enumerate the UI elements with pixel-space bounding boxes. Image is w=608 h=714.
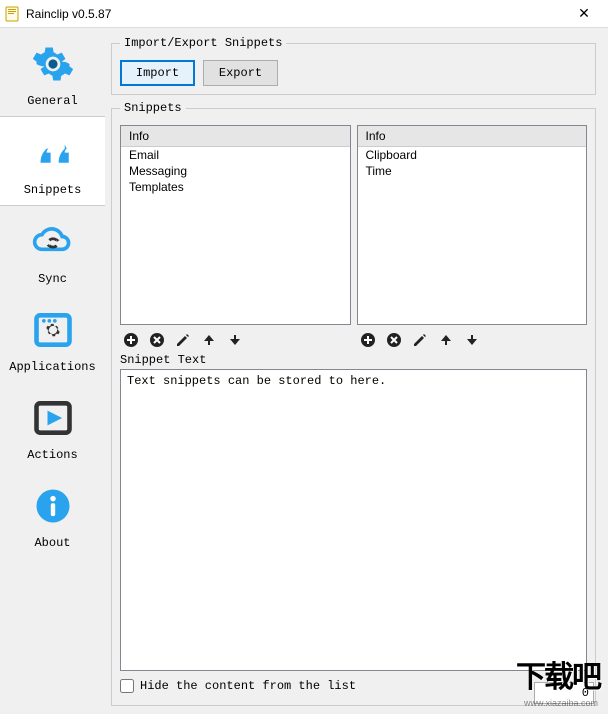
list-item[interactable]: Time: [358, 163, 587, 179]
hide-content-checkbox[interactable]: [120, 679, 134, 693]
list-item[interactable]: Templates: [121, 179, 350, 195]
sidebar-item-label: About: [34, 536, 70, 550]
sidebar-item-sync[interactable]: Sync: [0, 206, 105, 294]
play-icon: [27, 392, 79, 444]
info-icon: [27, 480, 79, 532]
list-header[interactable]: Info: [121, 126, 350, 147]
sidebar-item-label: General: [27, 94, 77, 108]
sidebar: General Snippets Sync Applications Actio…: [0, 28, 105, 714]
main-panel: Import/Export Snippets Import Export Sni…: [105, 28, 608, 714]
cloud-sync-icon: [27, 216, 79, 268]
sidebar-item-label: Applications: [9, 360, 95, 374]
move-down-icon[interactable]: [463, 331, 481, 349]
quotes-icon: [27, 127, 79, 179]
window-title: Rainclip v0.5.87: [26, 7, 564, 21]
move-up-icon[interactable]: [437, 331, 455, 349]
content: General Snippets Sync Applications Actio…: [0, 28, 608, 714]
applications-icon: [27, 304, 79, 356]
export-button[interactable]: Export: [203, 60, 278, 86]
gear-icon: [27, 38, 79, 90]
list-item[interactable]: Email: [121, 147, 350, 163]
snippet-text-input[interactable]: [120, 369, 587, 671]
snippets-group: Snippets Info Email Messaging Templates …: [111, 101, 596, 706]
snippets-list-left[interactable]: Info Email Messaging Templates: [120, 125, 351, 325]
list-header[interactable]: Info: [358, 126, 587, 147]
sidebar-item-about[interactable]: About: [0, 470, 105, 558]
edit-icon[interactable]: [174, 331, 192, 349]
snippets-list-right[interactable]: Info Clipboard Time: [357, 125, 588, 325]
sidebar-item-label: Snippets: [24, 183, 82, 197]
snippets-legend: Snippets: [120, 101, 186, 115]
snippet-text-label: Snippet Text: [120, 349, 587, 369]
edit-icon[interactable]: [411, 331, 429, 349]
hide-content-label: Hide the content from the list: [140, 679, 356, 693]
add-icon[interactable]: [122, 331, 140, 349]
remove-icon[interactable]: [148, 331, 166, 349]
sidebar-item-snippets[interactable]: Snippets: [0, 116, 105, 206]
hide-content-row[interactable]: Hide the content from the list: [120, 671, 587, 697]
right-toolbar: [359, 331, 586, 349]
sidebar-item-label: Sync: [38, 272, 67, 286]
titlebar: Rainclip v0.5.87 ✕: [0, 0, 608, 28]
sidebar-item-label: Actions: [27, 448, 77, 462]
close-button[interactable]: ✕: [564, 0, 604, 28]
footer: [534, 682, 594, 704]
sidebar-item-applications[interactable]: Applications: [0, 294, 105, 382]
move-up-icon[interactable]: [200, 331, 218, 349]
list-item[interactable]: Clipboard: [358, 147, 587, 163]
import-export-group: Import/Export Snippets Import Export: [111, 36, 596, 95]
sidebar-item-general[interactable]: General: [0, 28, 105, 116]
app-icon: [4, 6, 20, 22]
sidebar-item-actions[interactable]: Actions: [0, 382, 105, 470]
import-export-legend: Import/Export Snippets: [120, 36, 286, 50]
add-icon[interactable]: [359, 331, 377, 349]
list-item[interactable]: Messaging: [121, 163, 350, 179]
import-button[interactable]: Import: [120, 60, 195, 86]
footer-number-input[interactable]: [534, 682, 594, 704]
remove-icon[interactable]: [385, 331, 403, 349]
move-down-icon[interactable]: [226, 331, 244, 349]
left-toolbar: [122, 331, 349, 349]
